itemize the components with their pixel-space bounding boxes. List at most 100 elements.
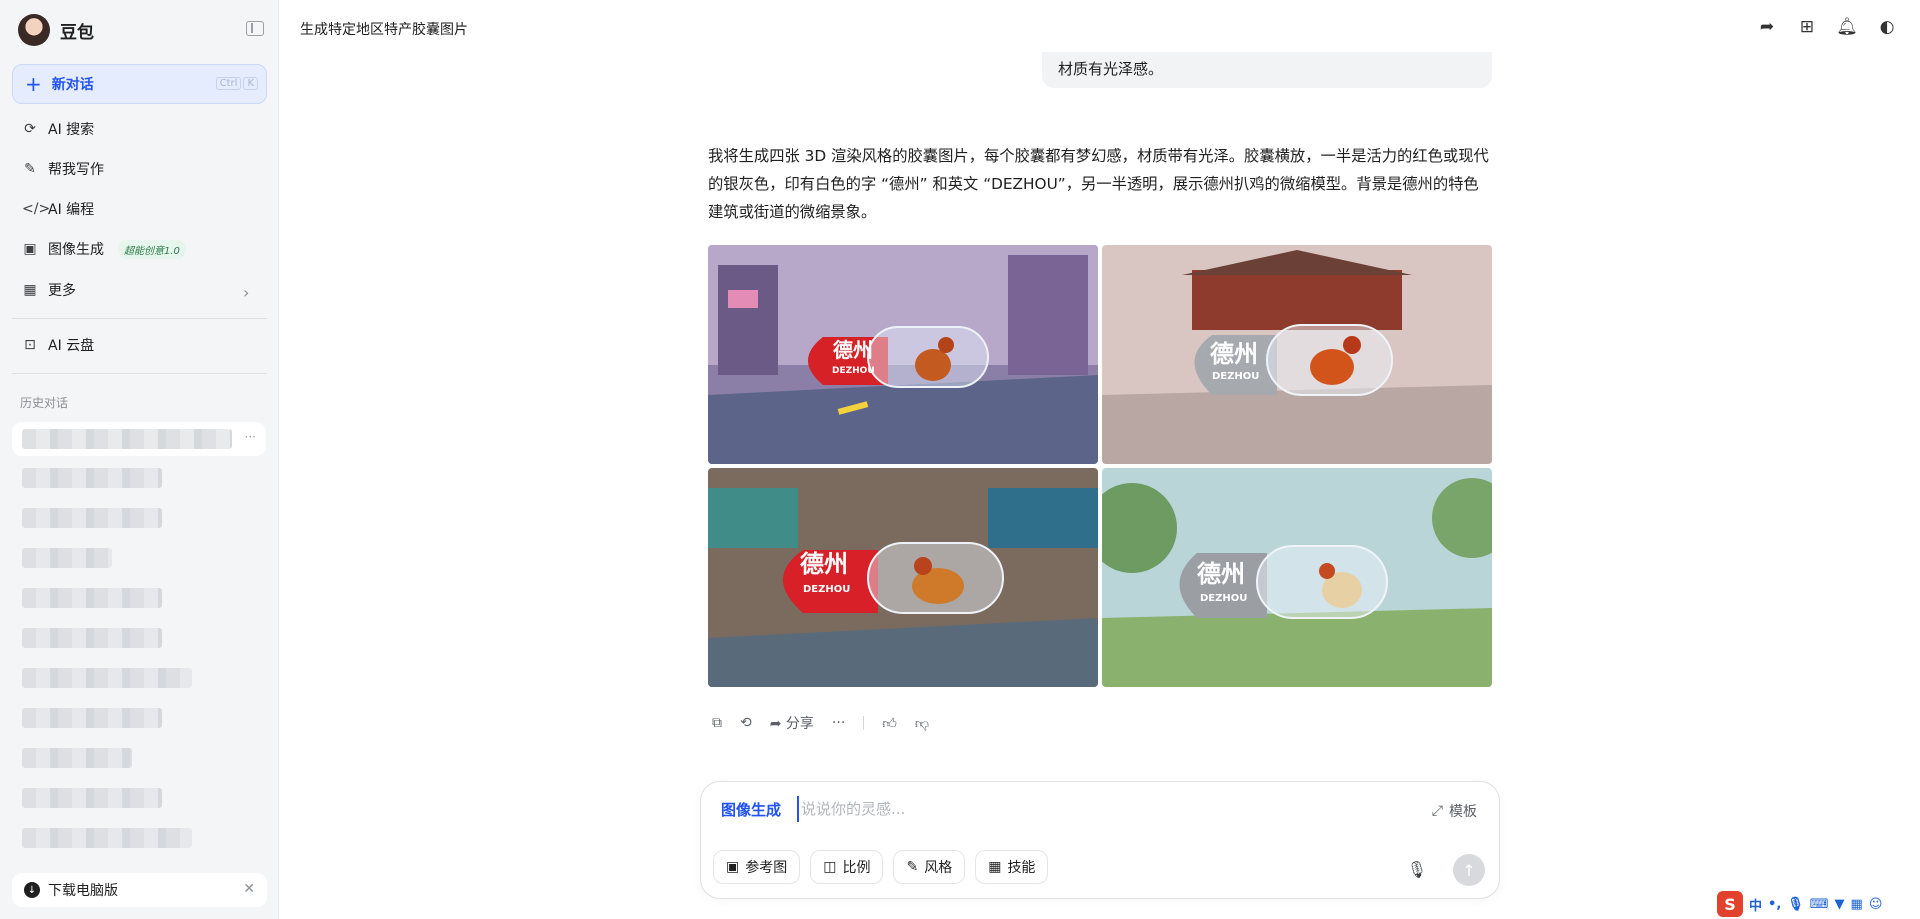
thumbs-down-icon[interactable]: 👎︎	[915, 715, 929, 732]
composer-tools: ▣ 参考图 ◫ 比例 ✎ 风格 ▦ 技能	[713, 850, 1049, 884]
aspect-ratio-button[interactable]: ◫ 比例	[810, 850, 884, 884]
history-item[interactable]	[22, 748, 132, 768]
generated-image-1[interactable]: 德州 DEZHOU	[708, 245, 1098, 464]
history-item[interactable]	[22, 548, 112, 568]
send-button[interactable]: ↑	[1453, 854, 1485, 886]
ratio-icon: ◫	[823, 859, 837, 875]
share-icon[interactable]: ➦	[1756, 16, 1778, 38]
feature-badge: 超能创意1.0	[118, 239, 186, 259]
generated-image-4[interactable]: 德州 DEZHOU	[1102, 468, 1492, 687]
tool-label: 参考图	[745, 860, 788, 876]
generated-image-grid: 德州 DEZHOU 德州 DEZHOU 德州 DEZHOU 德州 DEZHOU	[708, 245, 1492, 687]
more-options-icon[interactable]: ···	[245, 430, 256, 444]
brand[interactable]: 豆包	[18, 14, 94, 46]
message-actions: ⧉ ⟲ ➦ 分享 ··· 👍︎ 👎︎	[712, 713, 929, 733]
download-desktop-button[interactable]: ↓ 下载电脑版 ✕	[12, 873, 267, 907]
history-item[interactable]	[22, 468, 162, 488]
save-box-icon[interactable]: ⊞	[1796, 16, 1818, 38]
mascot-icon[interactable]: ☺	[1869, 897, 1883, 912]
generated-image-2[interactable]: 德州 DEZHOU	[1102, 245, 1492, 464]
user-message: 材质有光泽感。	[1042, 52, 1492, 88]
avatar	[18, 14, 50, 46]
microphone-icon[interactable]: 🎙︎	[1787, 897, 1804, 912]
history-heading: 历史对话	[20, 396, 69, 410]
bell-icon[interactable]: 🔔︎	[1836, 16, 1858, 38]
capsule-text-cn: 德州	[800, 550, 848, 578]
shortcut-key-ctrl: Ctrl	[215, 77, 242, 90]
generated-image-3[interactable]: 德州 DEZHOU	[708, 468, 1098, 687]
history-item[interactable]	[22, 828, 192, 848]
image-icon: ▣	[23, 241, 37, 257]
history-item-active[interactable]: ···	[12, 422, 266, 456]
image-gen-mode-tag[interactable]: 图像生成	[721, 799, 781, 820]
history-item[interactable]	[22, 508, 162, 528]
history-item[interactable]	[22, 788, 162, 808]
capsule-text-cn: 德州	[833, 338, 873, 362]
download-label: 下载电脑版	[48, 883, 118, 899]
style-button[interactable]: ✎ 风格	[893, 850, 966, 884]
sidebar-toggle-icon[interactable]	[246, 21, 264, 36]
grid-icon: ▦	[988, 859, 1002, 875]
sidebar-item-label: 更多	[48, 283, 76, 299]
punctuation-icon[interactable]: •,	[1768, 897, 1781, 912]
language-globe-icon[interactable]: ◐	[1876, 16, 1898, 38]
divider	[12, 373, 267, 374]
more-icon[interactable]: ···	[832, 715, 845, 731]
sidebar-item-label: AI 搜索	[48, 122, 95, 138]
share-label: 分享	[785, 716, 814, 732]
capsule-text-en: DEZHOU	[803, 584, 850, 595]
share-button[interactable]: ➦ 分享	[770, 713, 814, 733]
conversation-title: 生成特定地区特产胶囊图片	[300, 22, 468, 38]
sidebar-item-cloud[interactable]: ⊡ AI 云盘	[22, 333, 94, 357]
brush-icon: ✎	[906, 859, 919, 875]
reference-image-button[interactable]: ▣ 参考图	[713, 850, 801, 884]
history-item[interactable]	[22, 588, 162, 608]
ime-toolbar: S 中 •, 🎙︎ ⌨ ▼ ▦ ☺	[1713, 889, 1920, 919]
template-button[interactable]: ⤢ 模板	[1432, 801, 1477, 821]
new-chat-button[interactable]: + 新对话 Ctrl K	[12, 64, 267, 104]
sidebar-item-coding[interactable]: </> AI 编程	[22, 197, 94, 221]
prompt-input[interactable]	[797, 796, 1357, 822]
microphone-icon[interactable]: 🎙︎	[1407, 860, 1427, 879]
app-window: 豆包 + 新对话 Ctrl K ⟳ AI 搜索 ✎ 帮我写作 </> AI 编程…	[0, 0, 1920, 919]
sogou-logo-icon[interactable]: S	[1717, 891, 1743, 917]
tool-label: 比例	[842, 860, 871, 876]
sidebar-item-label: 图像生成	[48, 242, 104, 258]
regenerate-icon[interactable]: ⟲	[740, 715, 752, 731]
composer: 图像生成 ⤢ 模板 ▣ 参考图 ◫ 比例 ✎ 风格 ▦ 技能 🎙︎ ↑	[700, 781, 1500, 899]
sidebar-item-ai-search[interactable]: ⟳ AI 搜索	[22, 117, 94, 141]
plus-icon: +	[25, 72, 42, 96]
tool-label: 技能	[1007, 860, 1036, 876]
download-icon: ↓	[24, 882, 40, 898]
skin-icon[interactable]: ▼	[1835, 897, 1845, 912]
copy-icon[interactable]: ⧉	[712, 715, 722, 731]
sidebar-item-writing[interactable]: ✎ 帮我写作	[22, 157, 104, 181]
shortcut-hint: Ctrl K	[215, 77, 258, 90]
chevron-right-icon: ›	[243, 283, 250, 302]
ime-mode-label[interactable]: 中	[1749, 895, 1762, 914]
tool-label: 风格	[924, 860, 953, 876]
shortcut-key-k: K	[243, 77, 258, 90]
sidebar-item-more[interactable]: ▦ 更多	[22, 278, 76, 302]
history-item[interactable]	[22, 708, 162, 728]
thumbs-up-icon[interactable]: 👍︎	[882, 715, 897, 732]
toolbox-icon[interactable]: ▦	[1851, 897, 1863, 912]
capsule-text-en: DEZHOU	[1212, 371, 1259, 382]
header-actions: ➦ ⊞ 🔔︎ ◐	[1756, 16, 1898, 38]
history-item[interactable]	[22, 628, 162, 648]
sidebar-item-label: AI 编程	[48, 202, 95, 218]
history-item[interactable]	[22, 668, 192, 688]
sidebar-item-image-gen[interactable]: ▣ 图像生成 超能创意1.0	[22, 237, 186, 261]
capsule-text-en: DEZHOU	[832, 366, 875, 376]
capsule-text-cn: 德州	[1210, 340, 1258, 368]
ai-search-icon: ⟳	[24, 121, 36, 137]
divider	[863, 716, 865, 730]
sidebar: 豆包 + 新对话 Ctrl K ⟳ AI 搜索 ✎ 帮我写作 </> AI 编程…	[0, 0, 279, 919]
divider	[12, 318, 267, 319]
code-icon: </>	[22, 201, 51, 217]
assistant-message: 我将生成四张 3D 渲染风格的胶囊图片，每个胶囊都有梦幻感，材质带有光泽。胶囊横…	[708, 147, 1489, 221]
skills-button[interactable]: ▦ 技能	[975, 850, 1049, 884]
close-icon[interactable]: ✕	[243, 881, 255, 897]
capsule-text-cn: 德州	[1197, 560, 1245, 588]
keyboard-icon[interactable]: ⌨	[1810, 897, 1829, 912]
